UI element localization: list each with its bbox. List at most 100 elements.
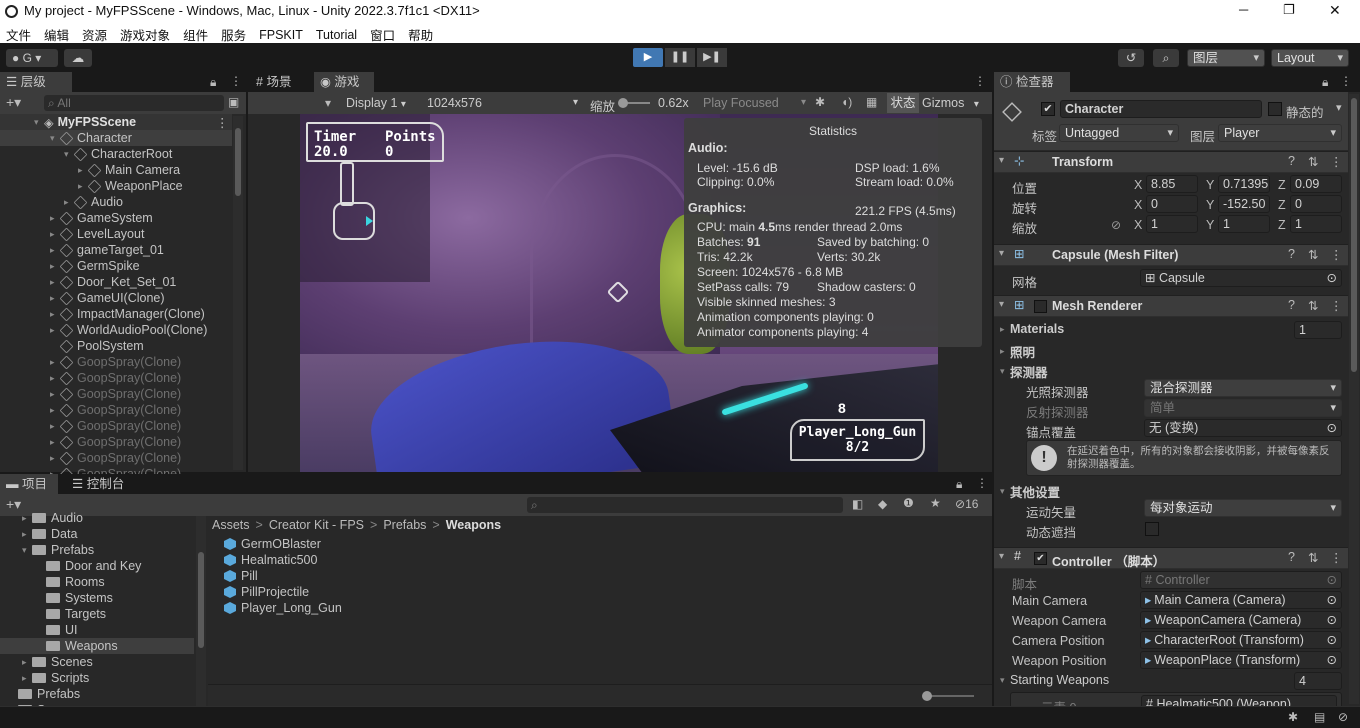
probes-foldout[interactable]: ▾ 探测器 — [1000, 362, 1048, 381]
project-more-icon[interactable]: ⋮ — [976, 476, 988, 490]
preset-icon[interactable]: ⇅ — [1308, 154, 1318, 169]
static-dropdown-icon[interactable]: ▾ — [1336, 101, 1342, 114]
transform-pos-x[interactable]: 8.85 — [1146, 175, 1198, 193]
tab-scene[interactable]: # 场景 — [250, 72, 297, 92]
resolution-dropdown[interactable]: 1024x576 ▾ — [424, 94, 580, 112]
folder-item[interactable]: Targets — [0, 606, 194, 622]
debug-mode-icon[interactable]: ✱ — [1288, 710, 1298, 724]
hierarchy-item[interactable]: ▸ GameSystem — [0, 210, 232, 226]
tab-inspector[interactable]: ⓘ 检查器 — [994, 72, 1070, 92]
transform-pos-y[interactable]: 0.71395 — [1218, 175, 1270, 193]
folder-item[interactable]: ▸ Scripts — [0, 670, 194, 686]
transform-rot-x[interactable]: 0 — [1146, 195, 1198, 213]
progress-icon[interactable]: ▤ — [1314, 710, 1325, 724]
layout-dropdown[interactable]: Layout — [1271, 49, 1349, 67]
hierarchy-item[interactable]: ▸ GameUI(Clone) — [0, 290, 232, 306]
hierarchy-item[interactable]: ▸ GoopSpray(Clone) — [0, 418, 232, 434]
controller-field-value[interactable]: ▸ CharacterRoot (Transform) ⊙ — [1140, 631, 1342, 649]
anchor-override-field[interactable]: 无 (变换) ⊙ — [1144, 419, 1342, 437]
expand-arrow[interactable]: ▸ — [50, 213, 60, 224]
warning-filter-icon[interactable]: ❶ — [903, 496, 914, 510]
expand-arrow[interactable]: ▸ — [50, 229, 60, 240]
inspector-scrollbar[interactable] — [1349, 94, 1359, 704]
expand-arrow[interactable]: ▸ — [50, 373, 60, 384]
stats-button[interactable]: 状态 — [887, 93, 919, 113]
component-menu-icon[interactable]: ⋮ — [1330, 550, 1343, 565]
expand-arrow[interactable]: ▸ — [64, 197, 74, 208]
inspector-more-icon[interactable]: ⋮ — [1340, 74, 1352, 88]
auto-generate-icon[interactable]: ⊘ — [1338, 710, 1348, 724]
preset-icon[interactable]: ⇅ — [1308, 247, 1318, 262]
lighting-foldout[interactable]: ▸ 照明 — [1000, 342, 1035, 361]
account-button[interactable]: ● G ▾ — [6, 49, 58, 67]
asset-item[interactable]: Player_Long_Gun — [224, 600, 342, 616]
folder-item[interactable]: ▾ Prefabs — [0, 542, 194, 558]
hierarchy-item[interactable]: PoolSystem — [0, 338, 232, 354]
favorite-icon[interactable]: ★ — [930, 496, 941, 510]
light-probes-dropdown[interactable]: 混合探测器 — [1144, 379, 1342, 397]
help-icon[interactable]: ? — [1288, 298, 1295, 312]
scale-slider[interactable] — [618, 98, 650, 108]
tab-project[interactable]: ▬ 项目 — [0, 474, 58, 494]
controller-header[interactable]: ▾ # ✔ Controller （脚本） ? ⇅ ⋮ — [994, 547, 1348, 569]
controller-field-value[interactable]: ▸ WeaponPlace (Transform) ⊙ — [1140, 651, 1342, 669]
materials-count[interactable]: 1 — [1294, 321, 1342, 339]
materials-foldout[interactable]: ▸ Materials — [1000, 322, 1064, 336]
breadcrumb-item[interactable]: Assets — [212, 518, 250, 532]
hierarchy-item[interactable]: ▸ Main Camera — [0, 162, 232, 178]
scene-menu-icon[interactable]: ⋮ — [216, 115, 229, 130]
asset-item[interactable]: Pill — [224, 568, 258, 584]
hierarchy-item[interactable]: ▸ WeaponPlace — [0, 178, 232, 194]
help-icon[interactable]: ? — [1288, 550, 1295, 564]
hierarchy-item[interactable]: ▸ GermSpike — [0, 258, 232, 274]
menu-item-8[interactable]: 窗口 — [370, 25, 395, 44]
folder-item[interactable]: Rooms — [0, 574, 194, 590]
inspector-lock-icon[interactable]: 🔒︎ — [1322, 75, 1328, 90]
menu-item-6[interactable]: FPSKIT — [259, 28, 303, 42]
expand-arrow[interactable]: ▸ — [50, 389, 60, 400]
expand-arrow[interactable]: ▸ — [50, 453, 60, 464]
hierarchy-scrollbar[interactable] — [233, 116, 243, 470]
display-dropdown[interactable]: Display 1 ▾ — [340, 94, 420, 112]
expand-arrow[interactable]: ▸ — [78, 165, 88, 176]
hierarchy-item[interactable]: ▸ LevelLayout — [0, 226, 232, 242]
transform-scale-x[interactable]: 1 — [1146, 215, 1198, 233]
tab-game[interactable]: ◉ 游戏 — [314, 72, 374, 92]
expand-arrow[interactable]: ▸ — [50, 357, 60, 368]
component-menu-icon[interactable]: ⋮ — [1330, 298, 1343, 313]
static-checkbox[interactable] — [1268, 102, 1282, 116]
expand-arrow[interactable]: ▾ — [50, 133, 60, 144]
menu-item-2[interactable]: 资源 — [82, 25, 107, 44]
preset-icon[interactable]: ⇅ — [1308, 298, 1318, 313]
transform-scale-z[interactable]: 1 — [1290, 215, 1342, 233]
transform-rot-y[interactable]: -152.50 — [1218, 195, 1270, 213]
project-tree-scroll-thumb[interactable] — [198, 552, 204, 648]
help-icon[interactable]: ? — [1288, 154, 1295, 168]
asset-item[interactable]: GermOBlaster — [224, 536, 321, 552]
folder-item[interactable]: ▸ Data — [0, 526, 194, 542]
tab-console[interactable]: ☰ 控制台 — [66, 474, 130, 494]
lock-icon[interactable]: 🔒︎ — [210, 75, 216, 90]
type-filter-icon[interactable]: ◧ — [852, 497, 863, 511]
transform-rot-z[interactable]: 0 — [1290, 195, 1342, 213]
active-checkbox[interactable]: ✔ — [1041, 102, 1055, 116]
element-0-field[interactable]: # Healmatic500 (Weapon) — [1141, 695, 1337, 706]
expand-arrow[interactable]: ▸ — [50, 325, 60, 336]
label-filter-icon[interactable]: ◆ — [878, 497, 887, 511]
menu-item-0[interactable]: 文件 — [6, 25, 31, 44]
menu-item-4[interactable]: 组件 — [183, 25, 208, 44]
expand-arrow[interactable]: ▸ — [50, 437, 60, 448]
hierarchy-item[interactable]: ▸ ImpactManager(Clone) — [0, 306, 232, 322]
controller-field-value[interactable]: ▸ WeaponCamera (Camera) ⊙ — [1140, 611, 1342, 629]
folder-item[interactable]: ▸ Scenes — [0, 654, 194, 670]
mesh-field[interactable]: ⊞ Capsule ⊙ — [1140, 269, 1342, 287]
expand-arrow[interactable]: ▸ — [50, 421, 60, 432]
bug-icon[interactable]: ✱ — [815, 95, 825, 109]
layer-dropdown[interactable]: Player — [1218, 124, 1342, 142]
hierarchy-item[interactable]: ▾ CharacterRoot — [0, 146, 232, 162]
hierarchy-item[interactable]: ▸ Audio — [0, 194, 232, 210]
folder-item[interactable]: Prefabs — [0, 686, 194, 702]
expand-arrow[interactable]: ▸ — [50, 405, 60, 416]
expand-arrow[interactable]: ▸ — [22, 529, 32, 540]
object-name-input[interactable]: Character — [1060, 100, 1262, 118]
